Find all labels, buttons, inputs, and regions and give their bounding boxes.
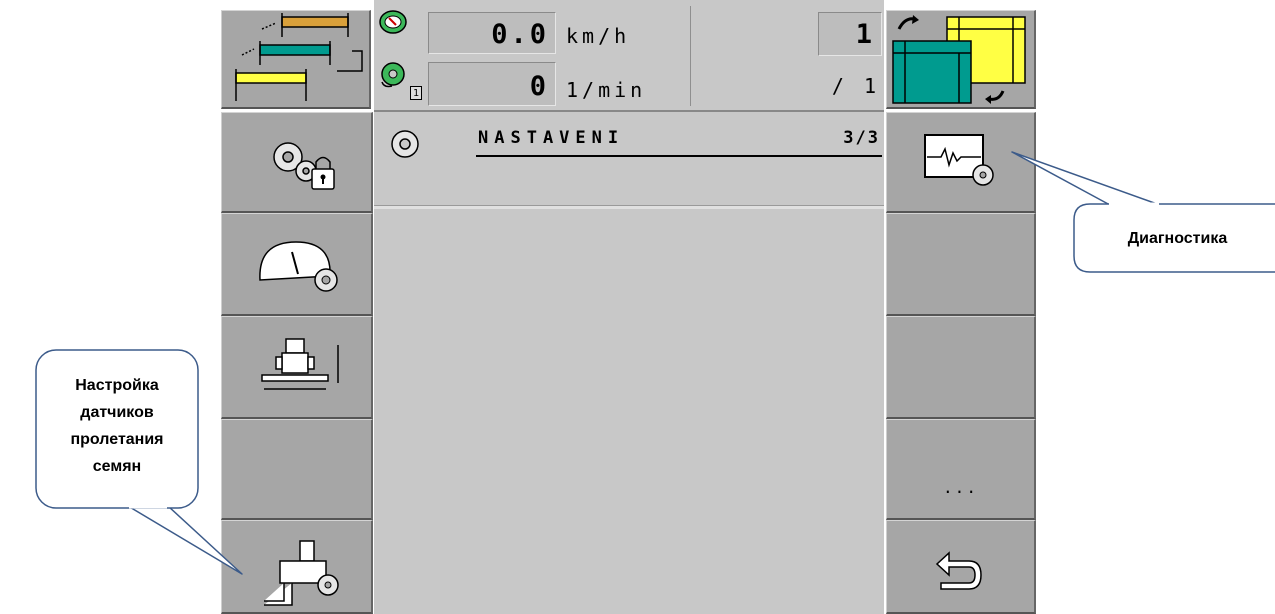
diagnostics-callout-pointer	[1011, 151, 1161, 206]
callout-layer	[35, 151, 1275, 575]
diagnostics-callout-label: Диагностика	[1127, 230, 1228, 247]
seed-callout-line-1: Настройка	[75, 377, 159, 394]
seed-callout-line-3: пролетания	[70, 431, 164, 448]
seed-callout-pointer	[127, 505, 243, 575]
seed-sensor-callout-text: Настройка датчиков пролетания семян	[38, 372, 196, 480]
seed-callout-line-2: датчиков	[80, 404, 154, 421]
seed-callout-line-4: семян	[92, 458, 142, 475]
